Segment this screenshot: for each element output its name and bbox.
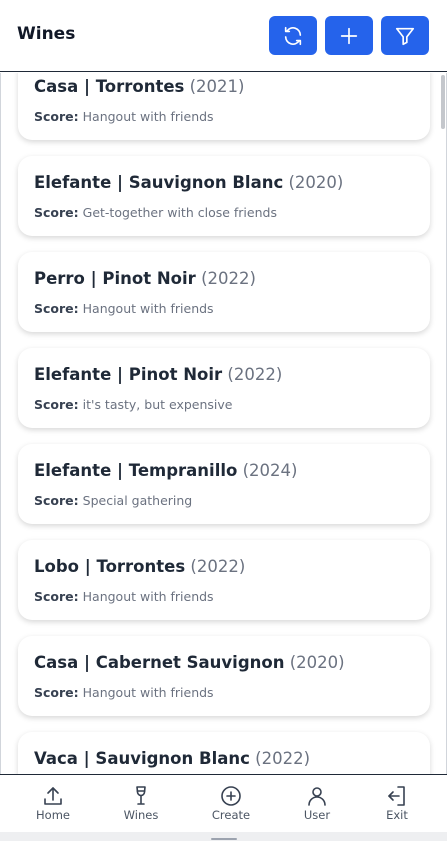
exit-icon bbox=[388, 786, 405, 806]
wine-name: Vaca | Sauvignon Blanc bbox=[34, 749, 250, 768]
scrollbar[interactable] bbox=[441, 75, 445, 129]
page-title: Wines bbox=[17, 24, 76, 44]
wine-card[interactable]: Perro | Pinot Noir (2022) Score: Hangout… bbox=[18, 252, 430, 332]
bottom-tab-bar: Home Wines Create User Exit bbox=[0, 774, 447, 832]
wine-card[interactable]: Lobo | Torrontes (2022) Score: Hangout w… bbox=[18, 540, 430, 620]
plus-circle-icon bbox=[221, 786, 241, 806]
wine-year: (2021) bbox=[189, 77, 245, 96]
score-label: Score: bbox=[34, 685, 79, 700]
tab-home[interactable]: Home bbox=[18, 775, 88, 833]
score-label: Score: bbox=[34, 493, 79, 508]
add-button[interactable] bbox=[325, 16, 373, 55]
score-value: it's tasty, but expensive bbox=[82, 397, 233, 412]
filter-button[interactable] bbox=[381, 16, 429, 55]
wine-name: Elefante | Tempranillo bbox=[34, 461, 238, 480]
score-value: Hangout with friends bbox=[82, 589, 214, 604]
tab-label: User bbox=[303, 808, 331, 822]
wine-card[interactable]: Elefante | Pinot Noir (2022) Score: it's… bbox=[18, 348, 430, 428]
score-label: Score: bbox=[34, 301, 79, 316]
tab-user[interactable]: User bbox=[282, 775, 352, 833]
user-icon bbox=[308, 787, 326, 806]
wine-list[interactable]: Casa | Torrontes (2021) Score: Hangout w… bbox=[0, 73, 447, 774]
score-label: Score: bbox=[34, 205, 79, 220]
score-value: Hangout with friends bbox=[82, 301, 214, 316]
score-value: Special gathering bbox=[82, 493, 193, 508]
wine-card[interactable]: Casa | Torrontes (2021) Score: Hangout w… bbox=[18, 73, 430, 140]
score-label: Score: bbox=[34, 397, 79, 412]
score-value: Get-together with close friends bbox=[82, 205, 277, 220]
wine-year: (2022) bbox=[227, 365, 283, 384]
wine-year: (2020) bbox=[289, 653, 345, 672]
tab-exit[interactable]: Exit bbox=[362, 775, 432, 833]
wine-name: Casa | Torrontes bbox=[34, 77, 185, 96]
score-value: Hangout with friends bbox=[82, 109, 214, 124]
wine-year: (2022) bbox=[201, 269, 256, 288]
score-label: Score: bbox=[34, 589, 79, 604]
tab-create[interactable]: Create bbox=[196, 775, 266, 833]
wine-card[interactable]: Vaca | Sauvignon Blanc (2022) bbox=[18, 732, 430, 774]
app-header: Wines bbox=[0, 0, 447, 72]
filter-icon bbox=[395, 27, 415, 45]
wine-year: (2024) bbox=[242, 461, 298, 480]
wine-year: (2022) bbox=[255, 749, 311, 768]
wine-name: Elefante | Sauvignon Blanc bbox=[34, 173, 284, 192]
score-label: Score: bbox=[34, 109, 79, 124]
plus-icon bbox=[340, 27, 358, 44]
tab-wines[interactable]: Wines bbox=[106, 775, 176, 833]
tab-label: Exit bbox=[386, 808, 408, 822]
wine-card[interactable]: Elefante | Sauvignon Blanc (2020) Score:… bbox=[18, 156, 430, 236]
wine-year: (2020) bbox=[288, 173, 344, 192]
wine-name: Casa | Cabernet Sauvignon bbox=[34, 653, 285, 672]
wine-name: Lobo | Torrontes bbox=[34, 557, 186, 576]
score-value: Hangout with friends bbox=[82, 685, 214, 700]
wine-card[interactable]: Casa | Cabernet Sauvignon (2020) Score: … bbox=[18, 636, 430, 716]
tab-label: Wines bbox=[123, 808, 159, 822]
wine-name: Perro | Pinot Noir bbox=[34, 269, 196, 288]
home-upload-icon bbox=[44, 787, 62, 805]
tab-label: Create bbox=[211, 808, 251, 822]
wine-year: (2022) bbox=[190, 557, 246, 576]
wine-card[interactable]: Elefante | Tempranillo (2024) Score: Spe… bbox=[18, 444, 430, 524]
wine-glass-icon bbox=[136, 786, 146, 805]
refresh-button[interactable] bbox=[269, 16, 317, 55]
tab-label: Home bbox=[36, 808, 70, 822]
refresh-icon bbox=[284, 26, 302, 45]
wine-name: Elefante | Pinot Noir bbox=[34, 365, 223, 384]
home-indicator[interactable] bbox=[211, 838, 237, 840]
